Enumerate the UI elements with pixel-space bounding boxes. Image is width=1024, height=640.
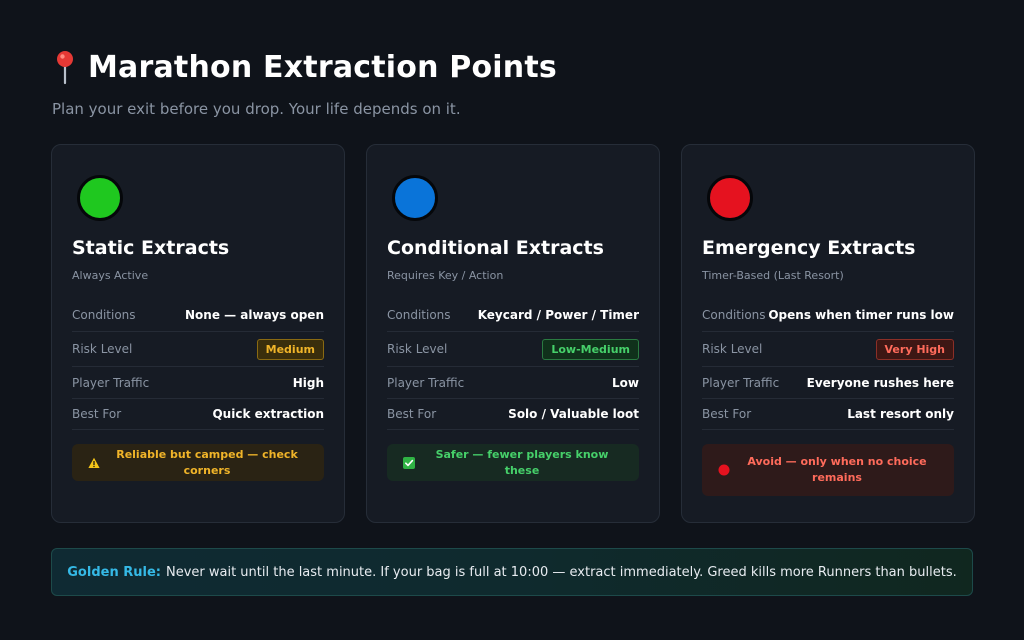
page-subtitle: Plan your exit before you drop. Your lif… [52, 100, 461, 118]
row-value: Opens when timer runs low [768, 308, 954, 322]
note-text: Safer — fewer players know these [435, 447, 609, 477]
row-value: Quick extraction [212, 407, 324, 421]
card-emergency-extracts: Emergency Extracts Timer-Based (Last Res… [681, 144, 975, 523]
card-title: Emergency Extracts [702, 237, 916, 259]
card-subtitle: Always Active [72, 269, 149, 282]
row-label: Player Traffic [387, 375, 465, 390]
card-details: Conditions None — always open Risk Level… [72, 299, 324, 430]
row-label: Best For [72, 407, 122, 421]
card-note: Reliable but camped — check corners [72, 444, 324, 481]
note-text: Avoid — only when no choice remains [747, 455, 927, 484]
detail-row-player-traffic: Player Traffic Everyone rushes here [702, 367, 954, 399]
row-label: Risk Level [387, 342, 448, 356]
card-conditional-extracts: Conditional Extracts Requires Key / Acti… [366, 144, 660, 523]
row-value: Keycard / Power / Timer [477, 308, 639, 322]
row-label: Risk Level [72, 342, 133, 356]
detail-row-risk-level: Risk Level Very High [702, 332, 954, 367]
page: Marathon Extraction Points Plan your exi… [0, 0, 1024, 640]
row-value: Last resort only [847, 407, 954, 421]
row-value: Low [612, 375, 639, 390]
note-text: Reliable but camped — check corners [116, 447, 298, 477]
golden-rule-text: Never wait until the last minute. If you… [165, 564, 957, 580]
row-label: Best For [387, 407, 437, 421]
detail-row-player-traffic: Player Traffic Low [387, 367, 639, 399]
red-circle-icon [707, 175, 753, 221]
detail-row-conditions: Conditions None — always open [72, 299, 324, 332]
detail-row-conditions: Conditions Opens when timer runs low [702, 299, 954, 332]
row-label: Risk Level [702, 342, 763, 356]
card-details: Conditions Opens when timer runs low Ris… [702, 299, 954, 430]
card-details: Conditions Keycard / Power / Timer Risk … [387, 299, 639, 430]
card-title: Static Extracts [72, 237, 230, 259]
card-static-extracts: Static Extracts Always Active Conditions… [51, 144, 345, 523]
extract-cards: Static Extracts Always Active Conditions… [51, 144, 975, 523]
green-circle-icon [77, 175, 123, 221]
detail-row-best-for: Best For Quick extraction [72, 399, 324, 430]
row-label: Player Traffic [72, 375, 150, 390]
detail-row-risk-level: Risk Level Medium [72, 332, 324, 367]
blue-circle-icon [392, 175, 438, 221]
risk-badge: Very High [875, 338, 954, 360]
card-subtitle: Timer-Based (Last Resort) [702, 269, 844, 282]
detail-row-best-for: Best For Last resort only [702, 399, 954, 430]
check-box-icon [403, 456, 415, 469]
red-circle-icon [718, 464, 730, 476]
card-note: Safer — fewer players know these [387, 444, 639, 481]
risk-badge: Medium [256, 338, 324, 360]
title-row: Marathon Extraction Points [52, 48, 972, 86]
row-value: High [292, 375, 324, 390]
row-value: None — always open [184, 308, 324, 322]
row-label: Conditions [387, 308, 451, 322]
card-note: Avoid — only when no choice remains [702, 444, 954, 496]
risk-badge: Low-Medium [542, 338, 639, 360]
row-label: Player Traffic [702, 375, 780, 390]
warning-icon [88, 457, 100, 469]
map-pin-icon [52, 49, 78, 85]
page-title: Marathon Extraction Points [88, 49, 557, 85]
row-label: Conditions [72, 308, 136, 322]
card-subtitle: Requires Key / Action [387, 269, 504, 282]
detail-row-conditions: Conditions Keycard / Power / Timer [387, 299, 639, 332]
row-label: Best For [702, 407, 752, 421]
golden-rule-banner: Golden Rule: Never wait until the last m… [51, 548, 973, 596]
card-title: Conditional Extracts [387, 237, 604, 259]
detail-row-player-traffic: Player Traffic High [72, 367, 324, 399]
golden-rule-label: Golden Rule: [67, 564, 161, 580]
row-label: Conditions [702, 308, 766, 322]
detail-row-best-for: Best For Solo / Valuable loot [387, 399, 639, 430]
row-value: Solo / Valuable loot [508, 407, 639, 421]
header: Marathon Extraction Points Plan your exi… [52, 48, 972, 119]
row-value: Everyone rushes here [806, 375, 954, 390]
detail-row-risk-level: Risk Level Low-Medium [387, 332, 639, 367]
